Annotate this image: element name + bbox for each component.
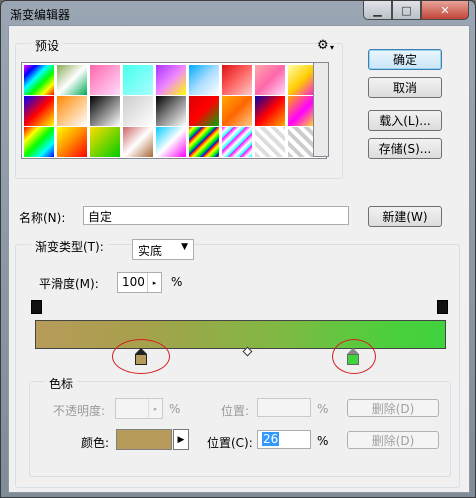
preset-swatch[interactable] — [189, 127, 219, 157]
cancel-button[interactable]: 取消 — [368, 77, 442, 98]
gradient-type-label: 渐变类型(T): — [31, 238, 108, 255]
ok-button[interactable]: 确定 — [368, 49, 442, 70]
annotation-circle-left — [112, 339, 170, 374]
color-swatch[interactable] — [116, 429, 172, 450]
gradient-bar[interactable] — [35, 320, 446, 349]
preset-swatch[interactable] — [90, 65, 120, 95]
preset-swatch[interactable] — [24, 65, 54, 95]
annotation-circle-right — [332, 339, 376, 374]
maximize-button[interactable]: □ — [392, 1, 421, 20]
preset-swatch[interactable] — [255, 65, 285, 95]
opacity-stop-right[interactable] — [437, 300, 448, 314]
close-icon: ✕ — [440, 3, 450, 17]
gradient-type-select[interactable]: 实底 ▼ — [132, 239, 194, 260]
position-percent-1: % — [317, 402, 329, 416]
presets-scrollbar[interactable] — [313, 62, 329, 157]
smoothness-label: 平滑度(M): — [39, 277, 99, 291]
preset-swatch[interactable] — [189, 65, 219, 95]
preset-swatch[interactable] — [57, 65, 87, 95]
maximize-icon: □ — [401, 3, 412, 17]
minimize-icon: ▁ — [373, 3, 382, 17]
opacity-input[interactable]: ▸ — [115, 398, 163, 419]
window-controls: ▁ □ ✕ — [363, 1, 469, 20]
opacity-label: 不透明度: — [53, 404, 106, 418]
preset-swatch[interactable] — [156, 65, 186, 95]
opacity-percent: % — [169, 402, 181, 416]
preset-swatch[interactable] — [156, 127, 186, 157]
smoothness-value: 100 — [122, 275, 145, 289]
preset-swatch[interactable] — [57, 127, 87, 157]
preset-swatch[interactable] — [222, 127, 252, 157]
preset-swatch[interactable] — [123, 127, 153, 157]
color-label: 颜色: — [81, 436, 110, 450]
position-percent-2: % — [317, 434, 329, 448]
opacity-stop-left[interactable] — [31, 300, 42, 314]
chevron-down-icon: ▼ — [181, 242, 188, 252]
load-button[interactable]: 载入(L)... — [368, 110, 442, 131]
position-input-2[interactable]: 26 — [257, 430, 311, 449]
preset-swatch[interactable] — [57, 96, 87, 126]
smoothness-input[interactable]: 100 ▸ — [117, 272, 162, 293]
save-button[interactable]: 存储(S)... — [368, 138, 442, 159]
position-input-1[interactable] — [257, 398, 311, 417]
delete-button-1[interactable]: 删除(D) — [347, 399, 439, 417]
preset-swatch[interactable] — [222, 65, 252, 95]
title-bar[interactable]: 渐变编辑器 ▁ □ ✕ — [1, 1, 475, 25]
preset-swatch[interactable] — [255, 127, 285, 157]
position-value-2: 26 — [262, 432, 280, 446]
preset-swatch[interactable] — [222, 96, 252, 126]
presets-label: 预设 — [31, 37, 64, 54]
preset-swatch[interactable] — [255, 96, 285, 126]
name-label: 名称(N): — [19, 211, 66, 225]
stops-label: 色标 — [45, 375, 78, 392]
preset-swatch[interactable] — [123, 96, 153, 126]
preset-swatch[interactable] — [24, 127, 54, 157]
new-button[interactable]: 新建(W) — [368, 206, 442, 227]
stops-group — [29, 381, 451, 477]
gradient-type-value: 实底 — [138, 244, 163, 258]
color-picker-arrow-icon[interactable]: ▶ — [173, 429, 189, 450]
close-button[interactable]: ✕ — [421, 1, 469, 20]
position-label-1: 位置: — [221, 404, 250, 418]
minimize-button[interactable]: ▁ — [363, 1, 392, 20]
preset-swatch[interactable] — [90, 96, 120, 126]
opacity-arrow-icon[interactable]: ▸ — [148, 399, 162, 418]
gear-dropdown-icon[interactable]: ▾ — [330, 43, 334, 52]
gradient-editor-window: 渐变编辑器 ▁ □ ✕ 预设 ⚙ ▾ 确定 取消 载入(L)... 存储(S).… — [0, 0, 476, 498]
name-input[interactable]: 自定 — [83, 206, 349, 225]
delete-button-2[interactable]: 删除(D) — [347, 431, 439, 449]
preset-swatch[interactable] — [156, 96, 186, 126]
smoothness-arrow-icon[interactable]: ▸ — [147, 273, 161, 292]
dialog-body: 预设 ⚙ ▾ 确定 取消 载入(L)... 存储(S)... 名称(N): 自定… — [8, 25, 470, 493]
position-label-2: 位置(C): — [207, 436, 253, 450]
preset-swatch[interactable] — [24, 96, 54, 126]
smoothness-percent: % — [171, 275, 183, 289]
gear-icon[interactable]: ⚙ — [317, 38, 329, 53]
preset-swatch[interactable] — [90, 127, 120, 157]
preset-swatch[interactable] — [123, 65, 153, 95]
preset-swatch-grid[interactable] — [21, 62, 327, 159]
preset-swatch[interactable] — [189, 96, 219, 126]
window-title: 渐变编辑器 — [10, 8, 71, 22]
